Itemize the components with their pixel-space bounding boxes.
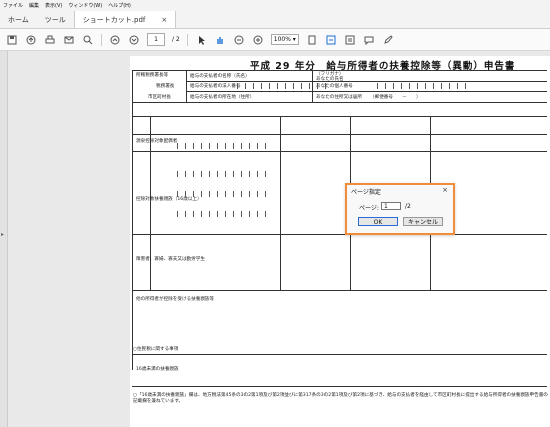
zoom-select[interactable]: 100% ▾ [270,34,299,45]
table-border [132,151,547,152]
tab-home[interactable]: ホーム [0,11,37,28]
table-border [187,81,547,82]
goto-page-dialog[interactable]: ページ指定 × ページ: 1 /2 OK キャンセル [345,183,455,235]
print-icon[interactable] [44,34,56,46]
table-border [132,354,547,355]
your-address-label: あなたの住所又は居所 [316,95,362,100]
fit-page-icon[interactable] [306,34,318,46]
payer-address-label: 給与の支払者の所在地（住所） [190,95,255,100]
menu-help[interactable]: ヘルプ(H) [108,2,131,9]
zoom-out-icon[interactable] [233,34,245,46]
page-total-label: /2 [405,203,411,210]
toolbar-divider [186,33,188,46]
zoom-value: 100% [273,36,291,43]
tab-tools[interactable]: ツール [37,11,74,28]
table-border [132,290,547,291]
dependent-2-number-cells[interactable] [170,191,266,197]
tab-file-label: ショートカット.pdf [82,15,146,24]
scroll-mode-icon[interactable] [325,34,337,46]
page-number-input[interactable]: 1 [147,33,165,46]
close-icon[interactable]: × [442,186,448,194]
tax-office-label: 税務署長 [156,84,175,89]
ok-button[interactable]: OK [358,217,398,226]
your-number-cells[interactable] [370,83,466,89]
table-border [132,102,547,103]
table-border [132,386,547,387]
office-label: 所轄税務署長等 [136,73,169,78]
tab-close-icon[interactable]: × [161,16,167,24]
table-border [280,116,281,290]
chevron-down-icon: ▾ [292,36,296,43]
table-border [132,116,547,117]
your-name-label: あなたの氏名 [316,77,344,82]
payer-number-cells[interactable] [230,83,326,89]
menu-file[interactable]: ファイル [3,2,23,9]
table-border [186,70,187,103]
comment-list-icon[interactable] [344,34,356,46]
dialog-title: ページ指定 [351,189,381,196]
upload-icon[interactable] [25,34,37,46]
page-total: / 2 [172,36,180,43]
postal-label: （郵便番号 － ） [370,95,421,100]
spouse-number-cells[interactable] [170,143,266,149]
tab-file[interactable]: ショートカット.pdf × [73,11,177,28]
save-icon[interactable] [6,34,18,46]
mail-icon[interactable] [63,34,75,46]
menu-view[interactable]: 表示(V) [45,2,62,9]
city-label: 市区町村長 [148,95,171,100]
navigation-pane[interactable]: ▸ [0,51,8,427]
menu-bar: ファイル 編集 表示(V) ウィンドウ(W) ヘルプ(H) [0,0,550,11]
table-border [187,91,547,92]
prev-page-icon[interactable] [109,34,121,46]
dependent-1-number-cells[interactable] [170,171,266,177]
menu-window[interactable]: ウィンドウ(W) [68,2,102,9]
table-border [132,234,547,235]
search-icon[interactable] [82,34,94,46]
cancel-button[interactable]: キャンセル [403,217,443,226]
table-border [132,70,133,370]
toolbar: 1 / 2 100% ▾ [0,29,550,51]
under16-label: 16歳未満の扶養親族 [136,367,179,372]
pdf-page: 平成 29 年分 給与所得者の扶養控除等（異動）申告書 所轄税務署長等 税務署長… [130,56,550,427]
select-cursor-icon[interactable] [195,34,207,46]
toolbar-divider [101,33,102,46]
footnote: ○「16歳未満の扶養親族」欄は、地方税法第45条の3の2第1項及び第2項並びに第… [133,393,548,404]
comment-icon[interactable] [363,34,375,46]
other-income-label: 他の所得者が控除を受ける扶養親族等 [136,297,215,302]
tab-bar: ホーム ツール ショートカット.pdf × [0,11,550,29]
hand-tool-icon[interactable] [214,34,226,46]
page-input[interactable]: 1 [381,202,401,210]
payer-name-label: 給与の支払者の名称（氏名） [190,74,250,79]
dependent-3-number-cells[interactable] [170,211,266,217]
pen-icon[interactable] [382,34,394,46]
next-page-icon[interactable] [128,34,140,46]
expand-pane-icon[interactable]: ▸ [1,231,4,238]
table-border [132,134,547,135]
zoom-in-icon[interactable] [252,34,264,46]
menu-edit[interactable]: 編集 [29,2,39,9]
disabled-label: 障害者、寡婦、寡夫又は勤労学生 [136,257,205,262]
page-label: ページ: [359,205,379,212]
resident-section-label: ○住民税に関する事項 [133,347,179,352]
